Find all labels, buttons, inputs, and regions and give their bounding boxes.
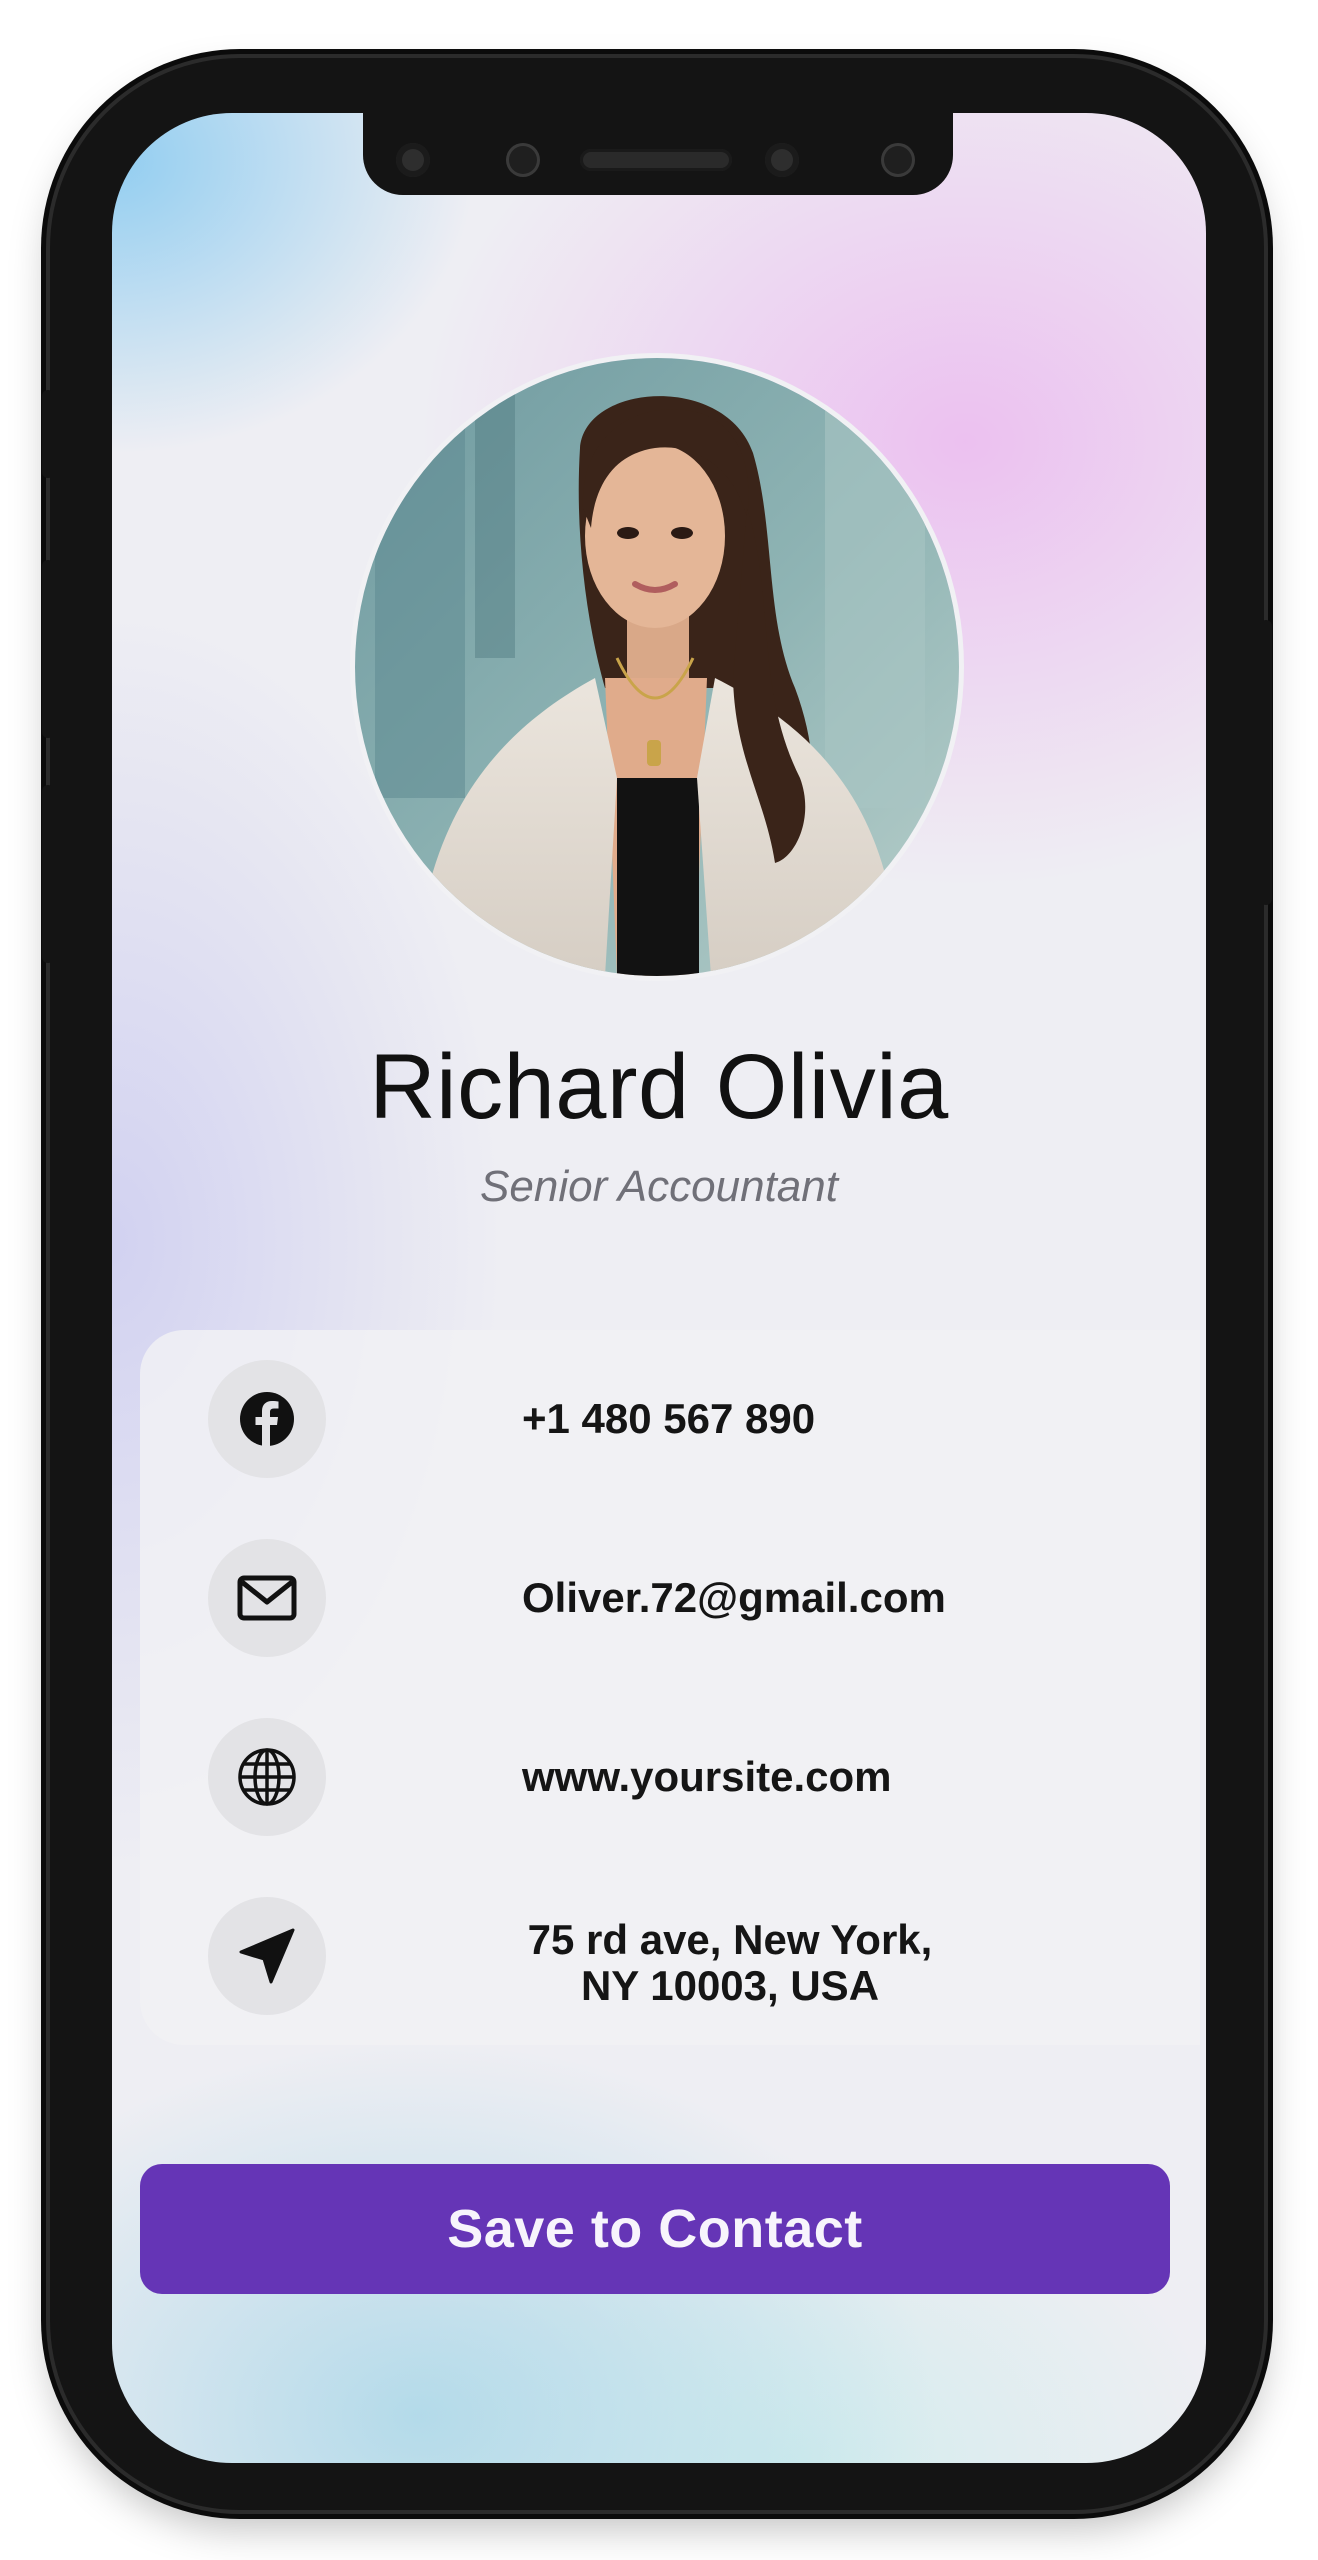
location-arrow-icon: [208, 1897, 326, 2015]
address-line-1: 75 rd ave, New York,: [527, 1916, 933, 1963]
volume-up-button: [42, 560, 54, 738]
mute-switch: [42, 390, 54, 478]
contact-row-website[interactable]: www.yoursite.com: [208, 1718, 1168, 1838]
notch: [363, 113, 953, 195]
contact-row-email[interactable]: Oliver.72@gmail.com: [208, 1539, 1168, 1659]
facebook-icon: [208, 1360, 326, 1478]
profile-name: Richard Olivia: [369, 1036, 949, 1138]
contact-email-text: Oliver.72@gmail.com: [522, 1574, 946, 1621]
contact-phone-text: +1 480 567 890: [522, 1395, 816, 1442]
sensor-icon: [396, 143, 430, 177]
save-to-contact-button[interactable]: Save to Contact: [140, 2164, 1170, 2294]
profile-title: Senior Accountant: [480, 1162, 838, 1211]
address-line-2: NY 10003, USA: [580, 1962, 880, 2009]
speaker-grille: [580, 149, 732, 171]
power-button: [1260, 620, 1272, 905]
sensor-icon: [506, 143, 540, 177]
contact-address-text: 75 rd ave, New York, NY 10003, USA: [520, 1917, 940, 2035]
camera-icon: [765, 143, 799, 177]
mail-icon: [208, 1539, 326, 1657]
profile-photo: [355, 358, 959, 976]
globe-icon: [208, 1718, 326, 1836]
contact-row-address[interactable]: 75 rd ave, New York, NY 10003, USA: [208, 1897, 1168, 2017]
volume-down-button: [42, 785, 54, 963]
contact-row-phone[interactable]: +1 480 567 890: [208, 1360, 1168, 1480]
avatar: [350, 353, 964, 981]
sensor-icon: [881, 143, 915, 177]
contact-website-text: www.yoursite.com: [522, 1753, 892, 1800]
